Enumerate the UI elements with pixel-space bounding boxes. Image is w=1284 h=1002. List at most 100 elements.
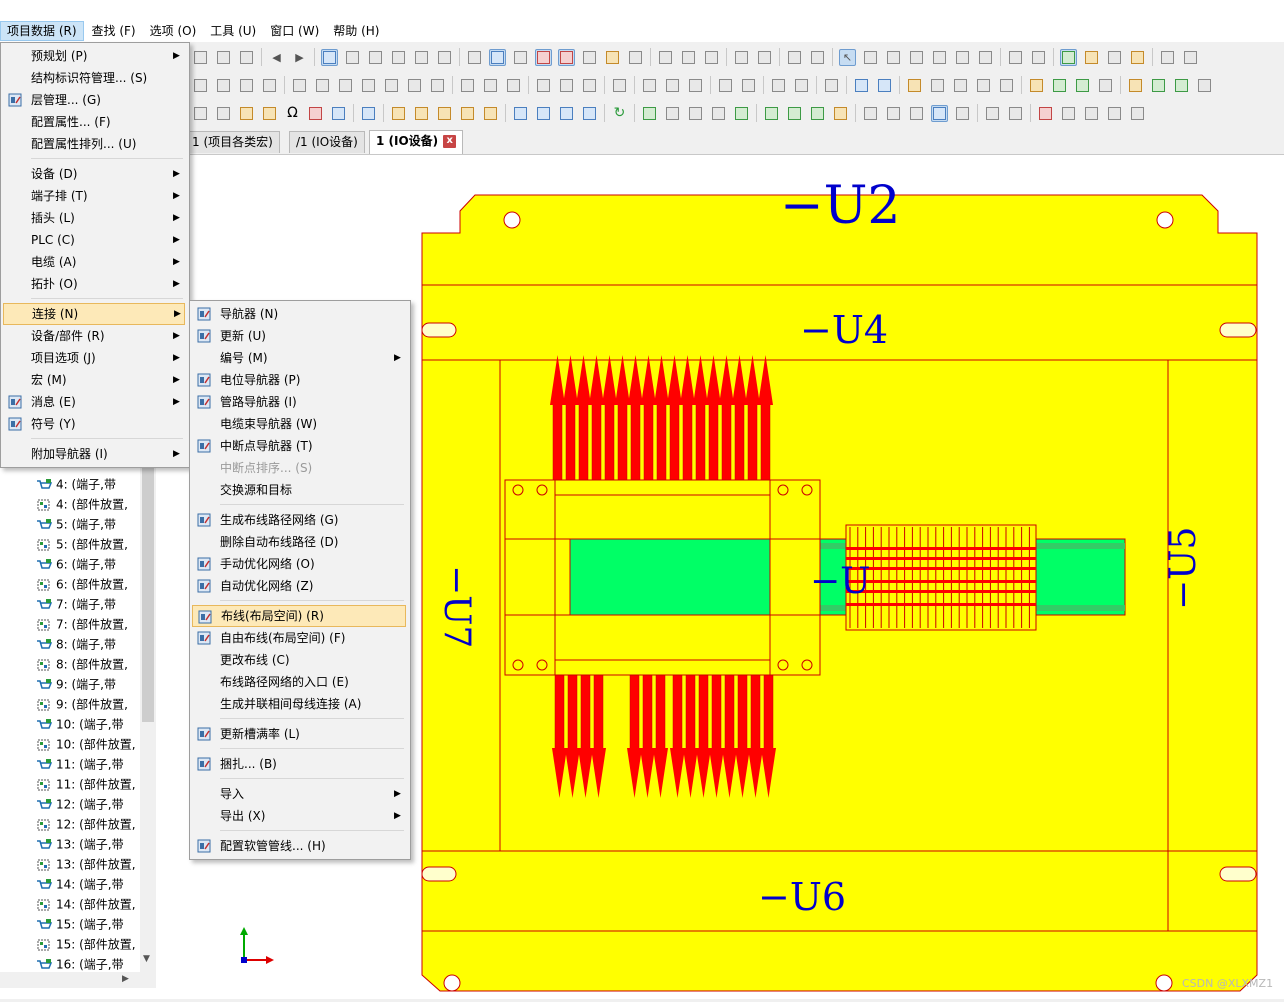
tree-item[interactable]: 5: (部件放置, [36, 534, 140, 554]
row3-d-icon[interactable] [261, 105, 278, 122]
row2-e-icon[interactable] [291, 77, 308, 94]
text-lines-3-icon[interactable] [703, 49, 720, 66]
refresh-icon[interactable]: ↻ [611, 105, 628, 122]
tree-item[interactable]: 15: (端子,带 [36, 914, 140, 934]
row2-f-icon[interactable] [314, 77, 331, 94]
cart-icon[interactable] [786, 49, 803, 66]
row2-y-icon[interactable] [793, 77, 810, 94]
menu2-item[interactable]: 导航器 (N) [192, 303, 406, 325]
row2-ak-icon[interactable] [1097, 77, 1114, 94]
scroll-down-icon[interactable]: ▼ [143, 954, 150, 964]
wire[interactable] [630, 402, 641, 484]
menu2-item[interactable]: 自由布线(布局空间) (F) [192, 627, 406, 649]
row2-o-icon[interactable] [535, 77, 552, 94]
row3-v-icon[interactable] [786, 105, 803, 122]
row3-n-icon[interactable] [558, 105, 575, 122]
row2-u-icon[interactable] [687, 77, 704, 94]
row3-ae-icon[interactable] [1007, 105, 1024, 122]
tree-item[interactable]: 12: (端子,带 [36, 794, 140, 814]
grid-c-icon[interactable] [367, 49, 384, 66]
io-module-u3[interactable] [504, 479, 821, 676]
wire-bundle-top[interactable] [550, 355, 773, 484]
menu2-item[interactable]: 手动优化网络 (O) [192, 553, 406, 575]
row3-ai-icon[interactable] [1106, 105, 1123, 122]
tree-item[interactable]: 11: (部件放置, [36, 774, 140, 794]
menu-window[interactable]: 窗口 (W) [264, 21, 325, 41]
row3-w-icon[interactable] [809, 105, 826, 122]
ortho-icon[interactable] [581, 49, 598, 66]
terminal-strip[interactable] [845, 524, 1037, 631]
menu2-item[interactable]: 交换源和目标 [192, 479, 406, 501]
wire[interactable] [737, 664, 748, 751]
omega-icon[interactable]: Ω [284, 105, 301, 122]
menu1-item[interactable]: 项目选项 (J) ▶ [3, 347, 185, 369]
row3-l-icon[interactable] [512, 105, 529, 122]
tool-a-icon[interactable] [1159, 49, 1176, 66]
menu1-item[interactable]: 消息 (E) ▶ [3, 391, 185, 413]
row3-y-icon[interactable] [862, 105, 879, 122]
row3-k-icon[interactable] [482, 105, 499, 122]
menu2-item[interactable]: 生成布线路径网络 (G) [192, 509, 406, 531]
tree-item[interactable]: 6: (部件放置, [36, 574, 140, 594]
bar-icon[interactable] [627, 49, 644, 66]
tree-item[interactable]: 7: (部件放置, [36, 614, 140, 634]
row2-t-icon[interactable] [664, 77, 681, 94]
row3-p-icon[interactable] [641, 105, 658, 122]
menu2-item[interactable]: 管路导航器 (I) [192, 391, 406, 413]
row3-x-icon[interactable] [832, 105, 849, 122]
grid-toggle-icon[interactable] [466, 49, 483, 66]
row2-ad-icon[interactable] [929, 77, 946, 94]
menu2-item[interactable]: 更新槽满率 (L) [192, 723, 406, 745]
row2-s-icon[interactable] [641, 77, 658, 94]
place-e-icon[interactable] [954, 49, 971, 66]
menu1-item[interactable]: 预规划 (P) ▶ [3, 45, 185, 67]
zoom-out-icon[interactable] [215, 49, 232, 66]
row2-q-icon[interactable] [581, 77, 598, 94]
wire[interactable] [747, 402, 758, 484]
row2-ac-icon[interactable] [906, 77, 923, 94]
row2-v-icon[interactable] [717, 77, 734, 94]
text-lines-icon[interactable] [657, 49, 674, 66]
menu2-item[interactable]: 电位导航器 (P) [192, 369, 406, 391]
menu2-item[interactable]: 布线(布局空间) (R) [192, 605, 406, 627]
grid-e-icon[interactable] [413, 49, 430, 66]
menu1-item[interactable]: 符号 (Y) [3, 413, 185, 435]
menu2-item[interactable]: 自动优化网络 (Z) [192, 575, 406, 597]
row2-an-icon[interactable] [1173, 77, 1190, 94]
row2-g-icon[interactable] [337, 77, 354, 94]
wire[interactable] [552, 402, 563, 484]
view-a-icon[interactable] [1060, 48, 1077, 66]
close-tab-button[interactable]: x [443, 135, 457, 148]
row3-ag-icon[interactable] [1060, 105, 1077, 122]
menu2-item[interactable]: 中断点导航器 (T) [192, 435, 406, 457]
row2-w-icon[interactable] [740, 77, 757, 94]
row2-r-icon[interactable] [611, 77, 628, 94]
menu1-item[interactable]: 附加导航器 (I) ▶ [3, 443, 185, 465]
tab-io-device-active[interactable]: 1 (IO设备) x [369, 130, 464, 154]
menu2-item[interactable]: 捆扎... (B) [192, 753, 406, 775]
row3-aa-icon[interactable] [908, 105, 925, 122]
tab-io-device-1[interactable]: /1 (IO设备) [289, 131, 365, 153]
wire[interactable] [565, 402, 576, 484]
menu1-item[interactable]: 拓扑 (O) ▶ [3, 273, 185, 295]
view-c-icon[interactable] [1106, 49, 1123, 66]
zoom-fit-icon[interactable] [238, 49, 255, 66]
row3-e-icon[interactable] [330, 105, 347, 122]
wire[interactable] [669, 402, 680, 484]
row3-c-icon[interactable] [238, 105, 255, 122]
grid-d-icon[interactable] [390, 49, 407, 66]
wire[interactable] [672, 664, 683, 751]
wire[interactable] [629, 664, 640, 751]
row3-g-icon[interactable] [390, 105, 407, 122]
wire[interactable] [591, 402, 602, 484]
pointer-icon[interactable]: ↖ [839, 48, 856, 66]
menu1-item[interactable]: 端子排 (T) ▶ [3, 185, 185, 207]
row2-z-icon[interactable] [823, 77, 840, 94]
row3-r-icon[interactable] [687, 105, 704, 122]
tree-horizontal-scrollbar[interactable]: ▶ [0, 972, 156, 988]
row3-h-icon[interactable] [413, 105, 430, 122]
row3-z-icon[interactable] [885, 105, 902, 122]
tree-item[interactable]: 11: (端子,带 [36, 754, 140, 774]
row2-b-icon[interactable] [215, 77, 232, 94]
wire[interactable] [708, 402, 719, 484]
